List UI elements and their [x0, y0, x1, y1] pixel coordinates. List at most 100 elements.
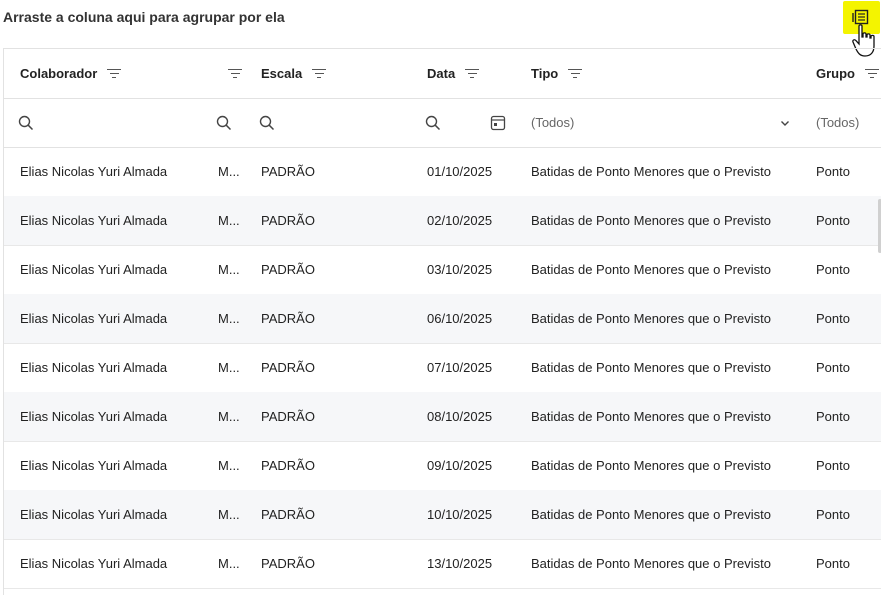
filter-icon[interactable] — [228, 68, 242, 80]
cell-escala: PADRÃO — [261, 164, 315, 179]
cell-grupo: Ponto — [816, 213, 850, 228]
cell-tipo: Batidas de Ponto Menores que o Previsto — [531, 164, 771, 179]
cell-tipo: Batidas de Ponto Menores que o Previsto — [531, 262, 771, 277]
cell-grupo: Ponto — [816, 458, 850, 473]
cell-hidden-column: M... — [218, 311, 240, 326]
cell-tipo: Batidas de Ponto Menores que o Previsto — [531, 213, 771, 228]
search-icon — [18, 115, 34, 130]
header-data-label: Data — [427, 66, 456, 81]
filter-icon[interactable] — [865, 68, 879, 80]
cell-hidden-column: M... — [218, 360, 240, 375]
cell-tipo: Batidas de Ponto Menores que o Previsto — [531, 409, 771, 424]
cell-colaborador: Elias Nicolas Yuri Almada — [20, 360, 168, 375]
filter-data-calendar[interactable] — [490, 98, 510, 147]
cell-tipo: Batidas de Ponto Menores que o Previsto — [531, 458, 771, 473]
chevron-down-icon — [781, 120, 789, 126]
table-row[interactable]: Elias Nicolas Yuri Almada M... PADRÃO 09/10… — [4, 441, 881, 491]
cell-tipo: Batidas de Ponto Menores que o Previsto — [531, 556, 771, 571]
filter-grupo-select[interactable]: (Todos) — [816, 98, 881, 147]
filter-tipo-select[interactable]: (Todos) — [531, 98, 791, 147]
cell-data: 08/10/2025 — [427, 409, 493, 424]
filter-icon[interactable] — [312, 68, 327, 80]
header-hidden-column[interactable] — [218, 49, 248, 98]
cell-hidden-column: M... — [218, 409, 240, 424]
header-colaborador-label: Colaborador — [20, 66, 98, 81]
header-data[interactable]: Data — [427, 49, 522, 98]
cell-escala: PADRÃO — [261, 213, 315, 228]
table-row[interactable]: Elias Nicolas Yuri Almada M... PADRÃO 13/10… — [4, 539, 881, 589]
cell-hidden-column: M... — [218, 507, 240, 522]
cell-grupo: Ponto — [816, 164, 850, 179]
table-row[interactable]: Elias Nicolas Yuri Almada M... PADRÃO 02/10… — [4, 196, 881, 246]
filter-colaborador-input[interactable] — [18, 98, 208, 147]
table-row[interactable]: Elias Nicolas Yuri Almada M... PADRÃO 07/10… — [4, 343, 881, 393]
header-grupo-label: Grupo — [816, 66, 855, 81]
cell-escala: PADRÃO — [261, 458, 315, 473]
filter-icon[interactable] — [107, 68, 122, 80]
search-icon — [216, 115, 232, 130]
group-panel: Arraste a coluna aqui para agrupar por e… — [0, 0, 881, 57]
search-icon — [425, 115, 441, 130]
data-grid: Colaborador Escala Data Tipo Grupo (Todo… — [3, 48, 881, 595]
cell-hidden-column: M... — [218, 262, 240, 277]
cell-colaborador: Elias Nicolas Yuri Almada — [20, 164, 168, 179]
cell-grupo: Ponto — [816, 262, 850, 277]
cell-escala: PADRÃO — [261, 507, 315, 522]
cell-colaborador: Elias Nicolas Yuri Almada — [20, 409, 168, 424]
filter-data-input[interactable] — [425, 98, 485, 147]
header-tipo-label: Tipo — [531, 66, 559, 81]
header-grupo[interactable]: Grupo — [816, 49, 881, 98]
table-row[interactable]: Elias Nicolas Yuri Almada M... PADRÃO 03/10… — [4, 245, 881, 295]
cell-escala: PADRÃO — [261, 360, 315, 375]
cell-data: 10/10/2025 — [427, 507, 493, 522]
cell-tipo: Batidas de Ponto Menores que o Previsto — [531, 360, 771, 375]
header-escala[interactable]: Escala — [261, 49, 411, 98]
table-row[interactable]: Elias Nicolas Yuri Almada M... PADRÃO 06/10… — [4, 294, 881, 344]
cell-grupo: Ponto — [816, 409, 850, 424]
cell-hidden-column: M... — [218, 213, 240, 228]
cell-grupo: Ponto — [816, 360, 850, 375]
cell-hidden-column: M... — [218, 556, 240, 571]
cell-colaborador: Elias Nicolas Yuri Almada — [20, 311, 168, 326]
cell-grupo: Ponto — [816, 556, 850, 571]
grid-filter-row: (Todos) (Todos) — [4, 98, 881, 148]
table-row[interactable]: Elias Nicolas Yuri Almada M... PADRÃO 08/10… — [4, 392, 881, 442]
cell-escala: PADRÃO — [261, 262, 315, 277]
search-icon — [259, 115, 275, 130]
filter-icon[interactable] — [465, 68, 480, 80]
table-row[interactable]: Elias Nicolas Yuri Almada M... PADRÃO 01/10… — [4, 147, 881, 197]
header-tipo[interactable]: Tipo — [531, 49, 801, 98]
column-chooser-icon — [852, 9, 869, 25]
cell-tipo: Batidas de Ponto Menores que o Previsto — [531, 507, 771, 522]
filter-escala-input[interactable] — [259, 98, 409, 147]
cell-data: 06/10/2025 — [427, 311, 493, 326]
cell-data: 13/10/2025 — [427, 556, 493, 571]
cell-hidden-column: M... — [218, 164, 240, 179]
grid-header-row: Colaborador Escala Data Tipo Grupo — [4, 49, 881, 99]
cell-colaborador: Elias Nicolas Yuri Almada — [20, 458, 168, 473]
cell-escala: PADRÃO — [261, 311, 315, 326]
cell-colaborador: Elias Nicolas Yuri Almada — [20, 507, 168, 522]
cell-data: 03/10/2025 — [427, 262, 493, 277]
cell-data: 09/10/2025 — [427, 458, 493, 473]
cell-hidden-column: M... — [218, 458, 240, 473]
cell-tipo: Batidas de Ponto Menores que o Previsto — [531, 311, 771, 326]
filter-tipo-value: (Todos) — [531, 115, 575, 130]
filter-icon[interactable] — [568, 68, 583, 80]
cell-data: 01/10/2025 — [427, 164, 493, 179]
cell-escala: PADRÃO — [261, 409, 315, 424]
cell-grupo: Ponto — [816, 507, 850, 522]
header-escala-label: Escala — [261, 66, 303, 81]
filter-grupo-value: (Todos) — [816, 115, 860, 130]
cell-colaborador: Elias Nicolas Yuri Almada — [20, 262, 168, 277]
group-panel-hint: Arraste a coluna aqui para agrupar por e… — [3, 9, 285, 25]
cell-escala: PADRÃO — [261, 556, 315, 571]
header-colaborador[interactable]: Colaborador — [20, 49, 210, 98]
cell-colaborador: Elias Nicolas Yuri Almada — [20, 556, 168, 571]
cell-data: 02/10/2025 — [427, 213, 493, 228]
table-row[interactable]: Elias Nicolas Yuri Almada M... PADRÃO 10/10… — [4, 490, 881, 540]
cell-grupo: Ponto — [816, 311, 850, 326]
filter-hidden-input[interactable] — [216, 98, 246, 147]
calendar-icon — [490, 115, 506, 130]
cell-colaborador: Elias Nicolas Yuri Almada — [20, 213, 168, 228]
